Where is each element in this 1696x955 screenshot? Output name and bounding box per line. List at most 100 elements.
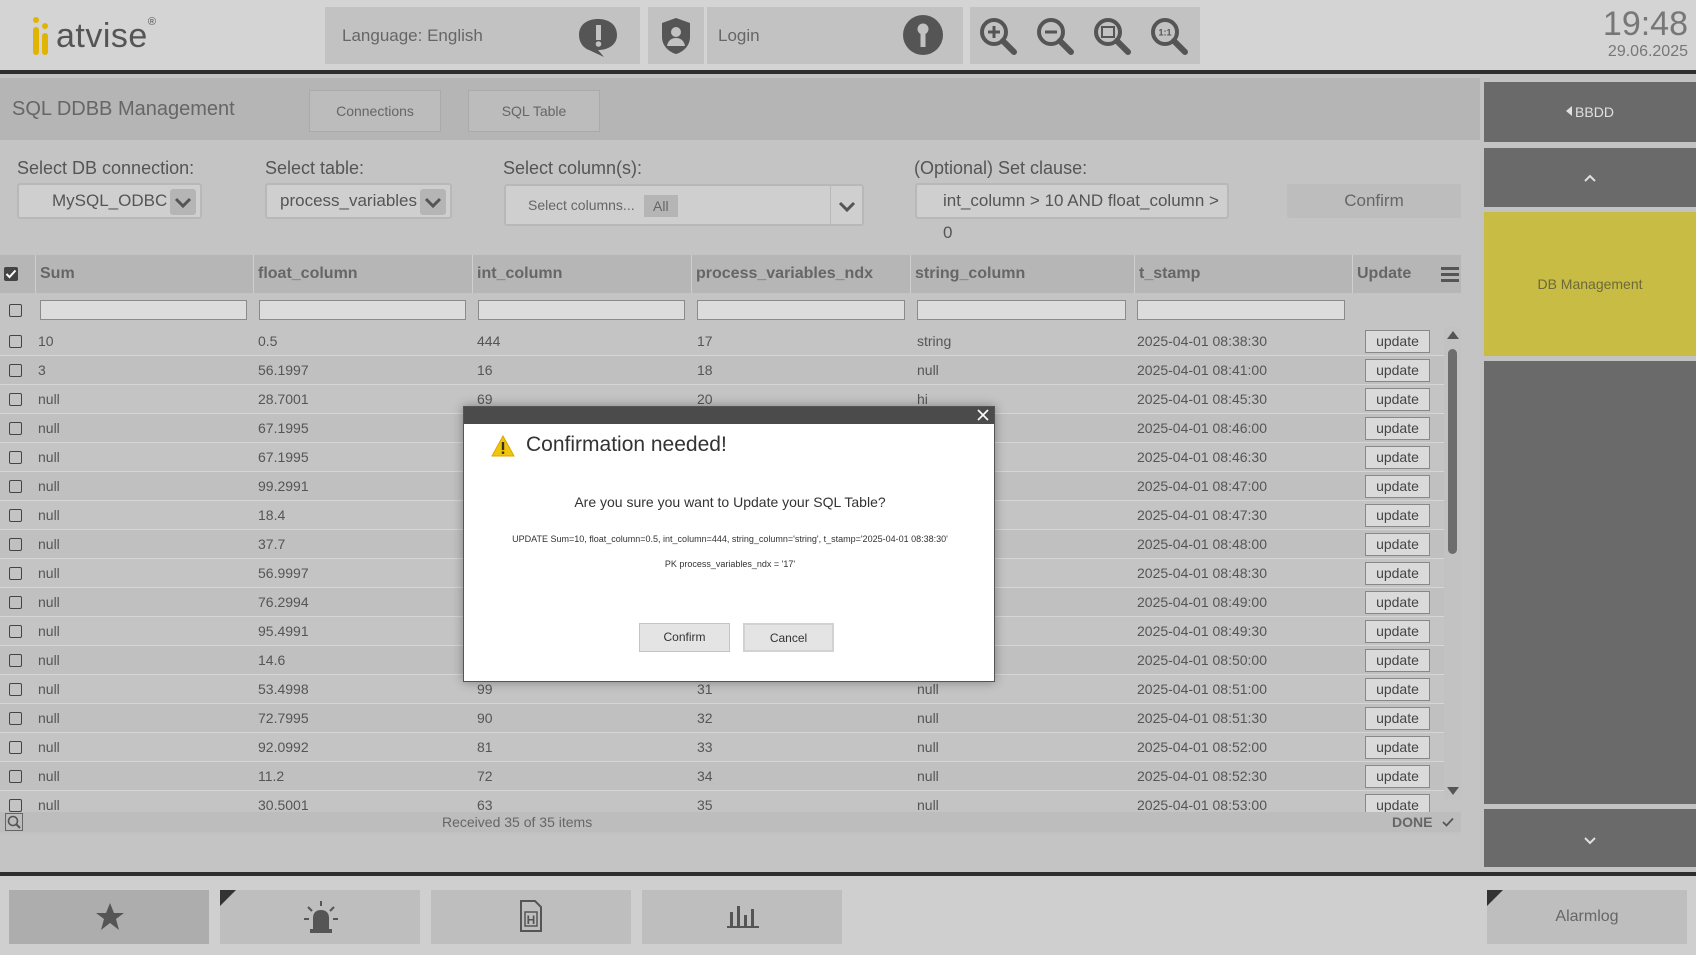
row-checkbox[interactable] — [9, 799, 22, 812]
favorites-button[interactable] — [9, 890, 209, 944]
dialog-confirm-button[interactable]: Confirm — [639, 623, 730, 652]
db-connection-select[interactable]: MySQL_ODBC — [17, 183, 202, 219]
update-button[interactable]: update — [1365, 678, 1430, 701]
filter-input-sum[interactable] — [40, 300, 247, 320]
filter-row-checkbox[interactable] — [9, 304, 22, 317]
filter-input-process-variables-ndx[interactable] — [697, 300, 905, 320]
update-button[interactable]: update — [1365, 475, 1430, 498]
chevron-down-icon[interactable] — [170, 189, 196, 215]
keyhole-icon[interactable] — [902, 14, 944, 61]
column-header-string-column[interactable]: string_column — [910, 255, 1134, 293]
scroll-up-icon[interactable] — [1447, 331, 1459, 339]
update-button[interactable]: update — [1365, 707, 1430, 730]
zoom-out-icon[interactable] — [1035, 16, 1075, 61]
row-checkbox[interactable] — [9, 422, 22, 435]
chevron-up-icon — [1583, 170, 1597, 188]
update-button[interactable]: update — [1365, 591, 1430, 614]
cell-sum: null — [38, 652, 60, 668]
zoom-in-icon[interactable] — [978, 16, 1018, 61]
sidebar-item-db-management[interactable]: DB Management — [1484, 212, 1696, 356]
row-checkbox[interactable] — [9, 364, 22, 377]
language-panel[interactable]: Language: English — [325, 7, 640, 64]
cell-t-stamp: 2025-04-01 08:49:00 — [1137, 594, 1267, 610]
cell-float-column: 56.9997 — [258, 565, 309, 581]
column-header-process-variables-ndx[interactable]: process_variables_ndx — [691, 255, 910, 293]
columns-select[interactable]: Select columns... All — [504, 184, 864, 226]
column-header-sum[interactable]: Sum — [35, 255, 253, 293]
zoom-reset-icon[interactable]: 1:1 — [1149, 16, 1189, 61]
row-checkbox[interactable] — [9, 335, 22, 348]
close-icon[interactable] — [976, 408, 990, 422]
column-header-float-column[interactable]: float_column — [253, 255, 472, 293]
update-button[interactable]: update — [1365, 649, 1430, 672]
row-checkbox[interactable] — [9, 683, 22, 696]
table-row[interactable]: 3 56.1997 16 18 null 2025-04-01 08:41:00 updat… — [0, 356, 1461, 385]
zoom-fit-icon[interactable] — [1092, 16, 1132, 61]
update-button[interactable]: update — [1365, 417, 1430, 440]
cell-t-stamp: 2025-04-01 08:50:00 — [1137, 652, 1267, 668]
table-scrollbar[interactable] — [1444, 327, 1461, 799]
user-icon[interactable] — [659, 17, 693, 60]
row-checkbox[interactable] — [9, 567, 22, 580]
chevron-down-icon[interactable] — [420, 189, 446, 215]
tab-connections[interactable]: Connections — [309, 90, 441, 132]
table-row[interactable]: null 11.2 72 34 null 2025-04-01 08:52:30 updat… — [0, 762, 1461, 791]
table-row[interactable]: null 72.7995 90 32 null 2025-04-01 08:51:30 up… — [0, 704, 1461, 733]
scroll-thumb[interactable] — [1448, 349, 1457, 554]
filter-input-float-column[interactable] — [259, 300, 466, 320]
tab-sql-table[interactable]: SQL Table — [468, 90, 600, 132]
update-button[interactable]: update — [1365, 504, 1430, 527]
update-button[interactable]: update — [1365, 765, 1430, 788]
back-bbdd-button[interactable]: BBDD — [1484, 82, 1696, 142]
column-menu-icon[interactable] — [1441, 265, 1459, 288]
filter-input-t-stamp[interactable] — [1137, 300, 1345, 320]
scroll-down-icon[interactable] — [1447, 787, 1459, 795]
update-button[interactable]: update — [1365, 330, 1430, 353]
update-button[interactable]: update — [1365, 359, 1430, 382]
row-checkbox[interactable] — [9, 596, 22, 609]
table-row[interactable]: null 92.0992 81 33 null 2025-04-01 08:52:00 up… — [0, 733, 1461, 762]
table-select[interactable]: process_variables — [265, 183, 452, 219]
row-checkbox[interactable] — [9, 741, 22, 754]
update-button[interactable]: update — [1365, 388, 1430, 411]
select-all-checkbox[interactable] — [4, 267, 18, 281]
alarm-button[interactable] — [220, 890, 420, 944]
star-icon — [95, 902, 125, 936]
row-checkbox[interactable] — [9, 480, 22, 493]
sidebar-up-button[interactable] — [1484, 148, 1696, 207]
row-checkbox[interactable] — [9, 393, 22, 406]
trends-button[interactable] — [642, 890, 842, 944]
row-checkbox[interactable] — [9, 770, 22, 783]
login-panel[interactable]: Login — [707, 7, 963, 64]
row-checkbox[interactable] — [9, 538, 22, 551]
set-clause-input[interactable]: int_column > 10 AND float_column > 0 — [915, 183, 1229, 242]
row-checkbox[interactable] — [9, 712, 22, 725]
confirm-button[interactable]: Confirm — [1287, 184, 1461, 218]
table-search-icon[interactable] — [5, 813, 23, 834]
row-checkbox[interactable] — [9, 451, 22, 464]
update-button[interactable]: update — [1365, 620, 1430, 643]
column-header-t-stamp[interactable]: t_stamp — [1134, 255, 1352, 293]
chevron-down-icon[interactable] — [834, 193, 860, 224]
filter-input-string-column[interactable] — [917, 300, 1126, 320]
user-icon-panel[interactable] — [648, 7, 704, 64]
document-h-icon: H — [519, 900, 543, 937]
dialog-cancel-button[interactable]: Cancel — [743, 623, 834, 652]
language-info-icon[interactable] — [573, 17, 623, 62]
update-button[interactable]: update — [1365, 562, 1430, 585]
row-checkbox[interactable] — [9, 509, 22, 522]
filter-input-int-column[interactable] — [478, 300, 685, 320]
dialog-question: Are you sure you want to Update your SQL… — [574, 494, 886, 510]
cell-t-stamp: 2025-04-01 08:46:00 — [1137, 420, 1267, 436]
alarmlog-button[interactable]: Alarmlog — [1487, 890, 1687, 944]
column-header-int-column[interactable]: int_column — [472, 255, 691, 293]
update-button[interactable]: update — [1365, 533, 1430, 556]
table-row[interactable]: 10 0.5 444 17 string 2025-04-01 08:38:30 updat… — [0, 327, 1461, 356]
row-checkbox[interactable] — [9, 654, 22, 667]
row-checkbox[interactable] — [9, 625, 22, 638]
update-button[interactable]: update — [1365, 446, 1430, 469]
columns-tag[interactable]: All — [644, 195, 678, 217]
sidebar-down-button[interactable] — [1484, 809, 1696, 867]
update-button[interactable]: update — [1365, 736, 1430, 759]
history-button[interactable]: H — [431, 890, 631, 944]
